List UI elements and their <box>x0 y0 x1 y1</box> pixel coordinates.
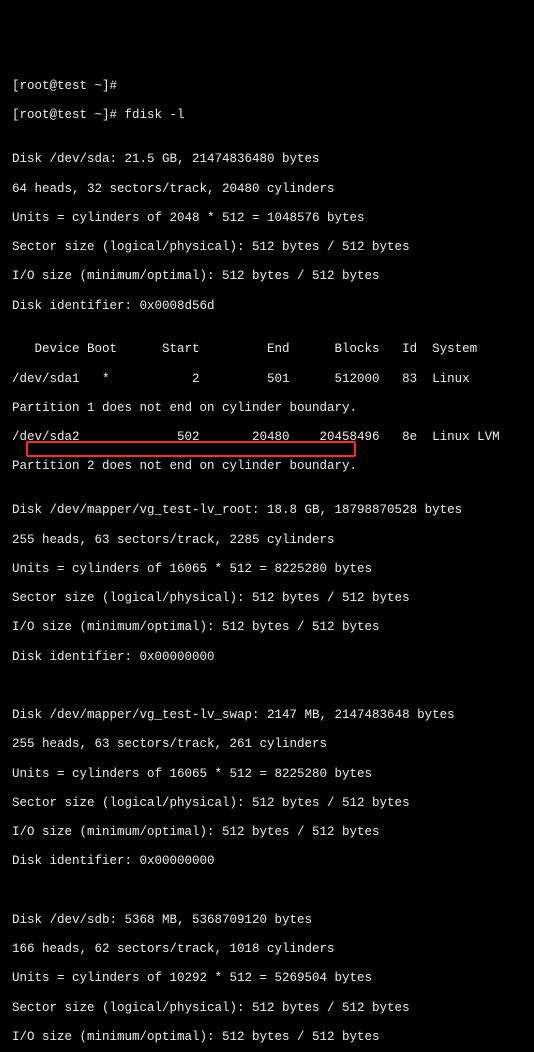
disk-sda-sector: Sector size (logical/physical): 512 byte… <box>12 240 522 255</box>
disk-sdb-sector: Sector size (logical/physical): 512 byte… <box>12 1001 522 1016</box>
disk-lvroot-units: Units = cylinders of 16065 * 512 = 82252… <box>12 562 522 577</box>
partition-warning-1: Partition 1 does not end on cylinder bou… <box>12 401 522 416</box>
disk-lvroot-io: I/O size (minimum/optimal): 512 bytes / … <box>12 620 522 635</box>
disk-sdb-geom: 166 heads, 62 sectors/track, 1018 cylind… <box>12 942 522 957</box>
partition-row-2: /dev/sda2 502 20480 20458496 8e Linux LV… <box>12 430 522 445</box>
disk-sda-header: Disk /dev/sda: 21.5 GB, 21474836480 byte… <box>12 152 522 167</box>
disk-lvswap-geom: 255 heads, 63 sectors/track, 261 cylinde… <box>12 737 522 752</box>
disk-lvroot-geom: 255 heads, 63 sectors/track, 2285 cylind… <box>12 533 522 548</box>
terminal-window[interactable]: { "prompt1": "[root@test ~]# ", "prompt2… <box>12 21 522 1052</box>
disk-lvswap-header: Disk /dev/mapper/vg_test-lv_swap: 2147 M… <box>12 708 522 723</box>
partition-row-1: /dev/sda1 * 2 501 512000 83 Linux <box>12 372 522 387</box>
disk-sdb-io: I/O size (minimum/optimal): 512 bytes / … <box>12 1030 522 1045</box>
disk-sda-id: Disk identifier: 0x0008d56d <box>12 299 522 314</box>
disk-sda-units: Units = cylinders of 2048 * 512 = 104857… <box>12 211 522 226</box>
partition-warning-2: Partition 2 does not end on cylinder bou… <box>12 459 522 474</box>
disk-lvroot-id: Disk identifier: 0x00000000 <box>12 650 522 665</box>
disk-lvswap-sector: Sector size (logical/physical): 512 byte… <box>12 796 522 811</box>
disk-sda-io: I/O size (minimum/optimal): 512 bytes / … <box>12 269 522 284</box>
disk-sdb-units: Units = cylinders of 10292 * 512 = 52695… <box>12 971 522 986</box>
partition-header: Device Boot Start End Blocks Id System <box>12 342 522 357</box>
disk-lvswap-id: Disk identifier: 0x00000000 <box>12 854 522 869</box>
disk-lvroot-header: Disk /dev/mapper/vg_test-lv_root: 18.8 G… <box>12 503 522 518</box>
disk-sda-geom: 64 heads, 32 sectors/track, 20480 cylind… <box>12 182 522 197</box>
disk-lvroot-sector: Sector size (logical/physical): 512 byte… <box>12 591 522 606</box>
command-line: [root@test ~]# fdisk -l <box>12 108 522 123</box>
disk-lvswap-io: I/O size (minimum/optimal): 512 bytes / … <box>12 825 522 840</box>
disk-lvswap-units: Units = cylinders of 16065 * 512 = 82252… <box>12 767 522 782</box>
prompt-line: [root@test ~]# <box>12 79 522 94</box>
disk-sdb-header: Disk /dev/sdb: 5368 MB, 5368709120 bytes <box>12 913 522 928</box>
